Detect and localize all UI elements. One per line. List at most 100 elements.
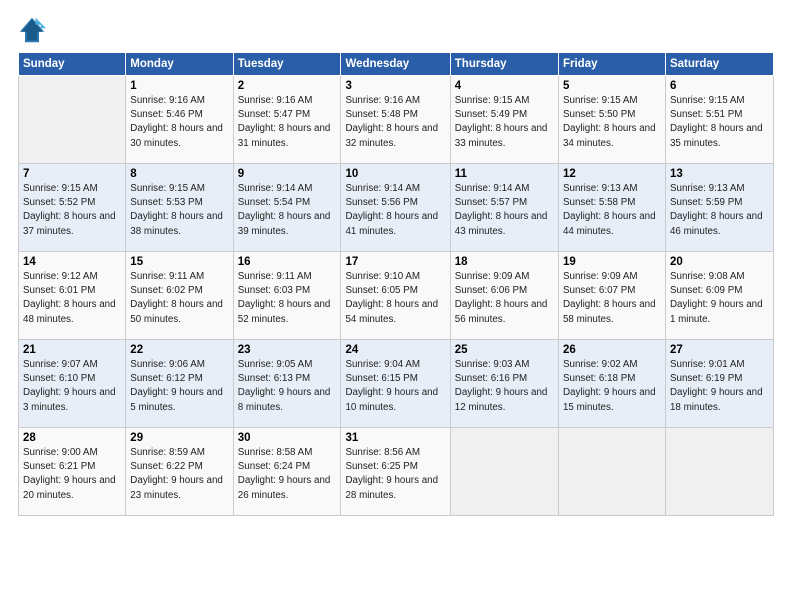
day-number: 31 (345, 432, 445, 444)
day-info: Sunrise: 8:58 AMSunset: 6:24 PMDaylight:… (238, 446, 337, 503)
day-number: 27 (670, 344, 769, 356)
calendar-cell: 30 Sunrise: 8:58 AMSunset: 6:24 PMDayligh… (233, 428, 341, 516)
calendar-cell: 27 Sunrise: 9:01 AMSunset: 6:19 PMDayligh… (665, 340, 773, 428)
day-number: 7 (23, 168, 121, 180)
calendar-cell (558, 428, 665, 516)
day-info: Sunrise: 9:03 AMSunset: 6:16 PMDaylight:… (455, 358, 554, 415)
weekday-header: Friday (558, 53, 665, 76)
calendar-cell (665, 428, 773, 516)
day-info: Sunrise: 9:13 AMSunset: 5:59 PMDaylight:… (670, 182, 769, 239)
header (18, 16, 774, 44)
day-number: 1 (130, 80, 228, 92)
day-info: Sunrise: 9:06 AMSunset: 6:12 PMDaylight:… (130, 358, 228, 415)
calendar-body: 1 Sunrise: 9:16 AMSunset: 5:46 PMDaylight… (19, 76, 774, 516)
day-info: Sunrise: 9:10 AMSunset: 6:05 PMDaylight:… (345, 270, 445, 327)
day-info: Sunrise: 9:12 AMSunset: 6:01 PMDaylight:… (23, 270, 121, 327)
weekday-row: SundayMondayTuesdayWednesdayThursdayFrid… (19, 53, 774, 76)
day-info: Sunrise: 9:11 AMSunset: 6:02 PMDaylight:… (130, 270, 228, 327)
day-number: 30 (238, 432, 337, 444)
calendar-cell: 29 Sunrise: 8:59 AMSunset: 6:22 PMDayligh… (126, 428, 233, 516)
day-number: 26 (563, 344, 661, 356)
calendar-header: SundayMondayTuesdayWednesdayThursdayFrid… (19, 53, 774, 76)
calendar-cell: 28 Sunrise: 9:00 AMSunset: 6:21 PMDayligh… (19, 428, 126, 516)
day-info: Sunrise: 9:05 AMSunset: 6:13 PMDaylight:… (238, 358, 337, 415)
day-info: Sunrise: 9:08 AMSunset: 6:09 PMDaylight:… (670, 270, 769, 327)
day-info: Sunrise: 9:09 AMSunset: 6:06 PMDaylight:… (455, 270, 554, 327)
calendar-week-row: 14 Sunrise: 9:12 AMSunset: 6:01 PMDayligh… (19, 252, 774, 340)
calendar-cell: 4 Sunrise: 9:15 AMSunset: 5:49 PMDaylight… (450, 76, 558, 164)
day-number: 20 (670, 256, 769, 268)
day-number: 17 (345, 256, 445, 268)
weekday-header: Wednesday (341, 53, 450, 76)
day-info: Sunrise: 9:02 AMSunset: 6:18 PMDaylight:… (563, 358, 661, 415)
calendar-cell: 1 Sunrise: 9:16 AMSunset: 5:46 PMDaylight… (126, 76, 233, 164)
calendar-week-row: 1 Sunrise: 9:16 AMSunset: 5:46 PMDaylight… (19, 76, 774, 164)
day-info: Sunrise: 9:15 AMSunset: 5:52 PMDaylight:… (23, 182, 121, 239)
day-number: 22 (130, 344, 228, 356)
day-info: Sunrise: 9:13 AMSunset: 5:58 PMDaylight:… (563, 182, 661, 239)
calendar-cell: 24 Sunrise: 9:04 AMSunset: 6:15 PMDayligh… (341, 340, 450, 428)
calendar-cell: 12 Sunrise: 9:13 AMSunset: 5:58 PMDayligh… (558, 164, 665, 252)
calendar-cell: 16 Sunrise: 9:11 AMSunset: 6:03 PMDayligh… (233, 252, 341, 340)
calendar-cell: 6Sunrise: 9:15 AMSunset: 5:51 PMDaylight… (665, 76, 773, 164)
calendar-cell: 18 Sunrise: 9:09 AMSunset: 6:06 PMDayligh… (450, 252, 558, 340)
calendar-cell: 8 Sunrise: 9:15 AMSunset: 5:53 PMDaylight… (126, 164, 233, 252)
day-info: Sunrise: 8:59 AMSunset: 6:22 PMDaylight:… (130, 446, 228, 503)
day-info: Sunrise: 9:04 AMSunset: 6:15 PMDaylight:… (345, 358, 445, 415)
day-number: 23 (238, 344, 337, 356)
calendar-cell: 26 Sunrise: 9:02 AMSunset: 6:18 PMDayligh… (558, 340, 665, 428)
calendar-cell (19, 76, 126, 164)
day-info: Sunrise: 9:16 AMSunset: 5:48 PMDaylight:… (345, 94, 445, 151)
day-number: 25 (455, 344, 554, 356)
calendar-cell: 14 Sunrise: 9:12 AMSunset: 6:01 PMDayligh… (19, 252, 126, 340)
day-info: Sunrise: 9:09 AMSunset: 6:07 PMDaylight:… (563, 270, 661, 327)
calendar-week-row: 28 Sunrise: 9:00 AMSunset: 6:21 PMDayligh… (19, 428, 774, 516)
day-info: Sunrise: 9:16 AMSunset: 5:46 PMDaylight:… (130, 94, 228, 151)
day-number: 4 (455, 80, 554, 92)
day-info: Sunrise: 9:07 AMSunset: 6:10 PMDaylight:… (23, 358, 121, 415)
calendar-week-row: 21Sunrise: 9:07 AMSunset: 6:10 PMDayligh… (19, 340, 774, 428)
calendar-cell: 23 Sunrise: 9:05 AMSunset: 6:13 PMDayligh… (233, 340, 341, 428)
day-number: 3 (345, 80, 445, 92)
calendar-cell: 2 Sunrise: 9:16 AMSunset: 5:47 PMDaylight… (233, 76, 341, 164)
calendar-cell: 9Sunrise: 9:14 AMSunset: 5:54 PMDaylight… (233, 164, 341, 252)
day-number: 19 (563, 256, 661, 268)
calendar-cell: 17 Sunrise: 9:10 AMSunset: 6:05 PMDayligh… (341, 252, 450, 340)
calendar-cell: 15 Sunrise: 9:11 AMSunset: 6:02 PMDayligh… (126, 252, 233, 340)
day-info: Sunrise: 9:15 AMSunset: 5:50 PMDaylight:… (563, 94, 661, 151)
day-number: 18 (455, 256, 554, 268)
day-info: Sunrise: 9:01 AMSunset: 6:19 PMDaylight:… (670, 358, 769, 415)
calendar: SundayMondayTuesdayWednesdayThursdayFrid… (18, 52, 774, 516)
day-number: 29 (130, 432, 228, 444)
day-info: Sunrise: 9:15 AMSunset: 5:51 PMDaylight:… (670, 94, 769, 151)
day-number: 28 (23, 432, 121, 444)
day-number: 12 (563, 168, 661, 180)
day-number: 2 (238, 80, 337, 92)
day-number: 24 (345, 344, 445, 356)
day-number: 13 (670, 168, 769, 180)
day-number: 14 (23, 256, 121, 268)
day-info: Sunrise: 8:56 AMSunset: 6:25 PMDaylight:… (345, 446, 445, 503)
calendar-cell: 22 Sunrise: 9:06 AMSunset: 6:12 PMDayligh… (126, 340, 233, 428)
calendar-cell (450, 428, 558, 516)
weekday-header: Sunday (19, 53, 126, 76)
logo-icon (18, 16, 46, 44)
day-info: Sunrise: 9:16 AMSunset: 5:47 PMDaylight:… (238, 94, 337, 151)
weekday-header: Saturday (665, 53, 773, 76)
calendar-cell: 10Sunrise: 9:14 AMSunset: 5:56 PMDayligh… (341, 164, 450, 252)
calendar-cell: 21Sunrise: 9:07 AMSunset: 6:10 PMDayligh… (19, 340, 126, 428)
day-number: 11 (455, 168, 554, 180)
day-info: Sunrise: 9:15 AMSunset: 5:53 PMDaylight:… (130, 182, 228, 239)
day-info: Sunrise: 9:15 AMSunset: 5:49 PMDaylight:… (455, 94, 554, 151)
day-number: 15 (130, 256, 228, 268)
day-info: Sunrise: 9:11 AMSunset: 6:03 PMDaylight:… (238, 270, 337, 327)
day-number: 8 (130, 168, 228, 180)
calendar-cell: 3 Sunrise: 9:16 AMSunset: 5:48 PMDaylight… (341, 76, 450, 164)
calendar-cell: 25 Sunrise: 9:03 AMSunset: 6:16 PMDayligh… (450, 340, 558, 428)
day-info: Sunrise: 9:00 AMSunset: 6:21 PMDaylight:… (23, 446, 121, 503)
day-number: 16 (238, 256, 337, 268)
calendar-cell: 11Sunrise: 9:14 AMSunset: 5:57 PMDayligh… (450, 164, 558, 252)
calendar-week-row: 7 Sunrise: 9:15 AMSunset: 5:52 PMDaylight… (19, 164, 774, 252)
day-info: Sunrise: 9:14 AMSunset: 5:54 PMDaylight:… (238, 182, 337, 239)
calendar-cell: 5Sunrise: 9:15 AMSunset: 5:50 PMDaylight… (558, 76, 665, 164)
